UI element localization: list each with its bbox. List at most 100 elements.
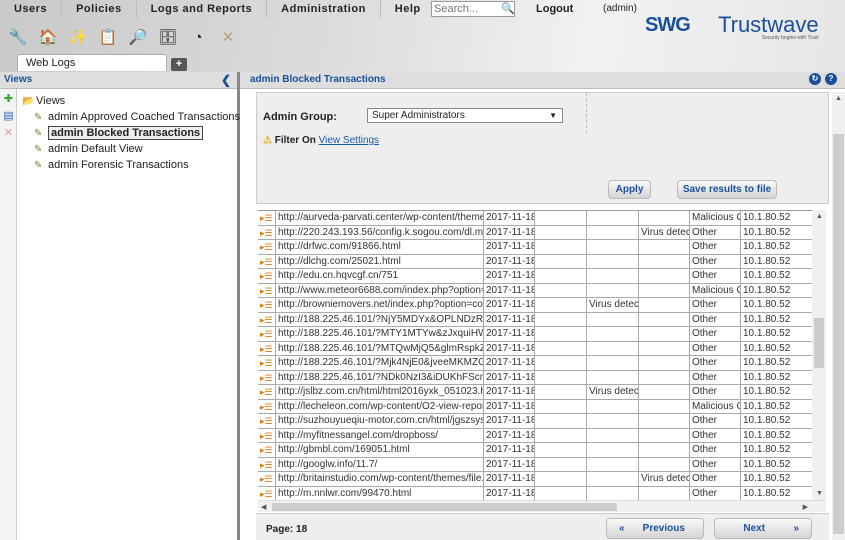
table-vertical-scrollbar[interactable]: ▲ ▼ xyxy=(812,210,826,500)
table-cell: Other xyxy=(690,225,741,239)
table-row[interactable]: ▸☰ http://myfitnessangel.com/dropboss/201… xyxy=(258,428,812,443)
log-entry-icon[interactable]: ▸☰ xyxy=(258,298,276,312)
table-cell xyxy=(587,312,639,326)
log-entry-icon[interactable]: ▸☰ xyxy=(258,486,276,500)
views-tree: 📂 Views ✎ admin Approved Coached Transacti… xyxy=(22,93,240,173)
scroll-thumb[interactable] xyxy=(814,318,824,368)
menu-policies[interactable]: Policies xyxy=(62,0,137,18)
dashboard-gauge-icon[interactable]: ◔ xyxy=(188,28,208,48)
tree-root-views[interactable]: 📂 Views xyxy=(22,93,240,109)
logout-link[interactable]: Logout xyxy=(536,0,573,18)
table-cell: 2017-11-18 2 xyxy=(486,225,535,239)
table-row[interactable]: ▸☰ http://dlchg.com/25021.html 2017-11-18 … xyxy=(258,254,812,269)
log-entry-icon[interactable]: ▸☰ xyxy=(258,472,276,486)
table-row[interactable]: ▸☰ http://lecheleon.com/wp-content/O2-vie… xyxy=(258,399,812,414)
wrench-icon[interactable]: 🔧 xyxy=(8,28,28,48)
table-row[interactable]: ▸☰ http://220.243.193.56/config.k.sogou.c… xyxy=(258,225,812,240)
admin-group-select[interactable]: Super Administrators ▼ xyxy=(367,108,563,123)
table-row[interactable]: ▸☰ http://www.meteor6688.com/index.php?op… xyxy=(258,283,812,298)
table-cell xyxy=(639,356,690,370)
log-entry-icon[interactable]: ▸☰ xyxy=(258,312,276,326)
log-entry-icon[interactable]: ▸☰ xyxy=(258,428,276,442)
home-icon[interactable]: 🏠 xyxy=(38,28,58,48)
table-row[interactable]: ▸☰ http://aurveda-parvati.center/wp-conte… xyxy=(258,211,812,226)
page-vertical-scrollbar[interactable]: ▲ xyxy=(832,92,845,540)
table-row[interactable]: ▸☰ http://gbmbl.com/169051.html 2017-11-18… xyxy=(258,443,812,458)
log-entry-icon[interactable]: ▸☰ xyxy=(258,327,276,341)
log-entry-icon[interactable]: ▸☰ xyxy=(258,341,276,355)
save-results-button[interactable]: Save results to file xyxy=(677,180,777,199)
next-button[interactable]: Next» xyxy=(714,518,812,539)
log-entry-icon[interactable]: ▸☰ xyxy=(258,211,276,225)
log-entry-icon[interactable]: ▸☰ xyxy=(258,399,276,413)
table-cell: http://jslbz.com.cn/html/html2016yxk_051… xyxy=(278,385,484,399)
previous-button[interactable]: «Previous xyxy=(606,518,704,539)
tab-web-logs[interactable]: Web Logs xyxy=(17,54,167,71)
log-entry-icon[interactable]: ▸☰ xyxy=(258,414,276,428)
view-settings-link[interactable]: View Settings xyxy=(319,135,379,146)
tools-disabled-icon[interactable]: ✕ xyxy=(218,28,238,48)
log-search-icon[interactable]: 🔎 xyxy=(128,28,148,48)
table-row[interactable]: ▸☰ http://jslbz.com.cn/html/html2016yxk_0… xyxy=(258,385,812,400)
table-cell: http://browniemovers.net/index.php?optio… xyxy=(278,298,484,312)
table-row[interactable]: ▸☰ http://browniemovers.net/index.php?opt… xyxy=(258,298,812,313)
menu-administration[interactable]: Administration xyxy=(267,0,381,18)
table-horizontal-scrollbar[interactable]: ◀ ▶ xyxy=(258,500,826,512)
log-entry-icon[interactable]: ▸☰ xyxy=(258,443,276,457)
scroll-thumb[interactable] xyxy=(833,134,844,534)
collapse-panel-icon[interactable]: ❮ xyxy=(221,72,231,88)
add-view-icon[interactable]: ✚ xyxy=(2,93,15,106)
table-row[interactable]: ▸☰ http://m.nnlwr.com/99470.html 2017-11-1… xyxy=(258,486,812,500)
delete-view-icon[interactable]: ✕ xyxy=(2,127,15,140)
table-row[interactable]: ▸☰ http://drfwc.com/91866.html 2017-11-18 … xyxy=(258,240,812,255)
table-row[interactable]: ▸☰http://googlw.info/11.7/2017-11-18 2 Ot… xyxy=(258,457,812,472)
log-entry-icon[interactable]: ▸☰ xyxy=(258,385,276,399)
view-title: admin Blocked Transactions xyxy=(250,74,386,85)
table-row[interactable]: ▸☰ http://188.225.46.101/?Mjk4NjE0&jveeMK… xyxy=(258,356,812,371)
search-icon[interactable]: 🔍 xyxy=(501,2,515,15)
log-entry-icon[interactable]: ▸☰ xyxy=(258,225,276,239)
table-row[interactable]: ▸☰ http://188.225.46.101/?MTY1MTYw&zJxqui… xyxy=(258,327,812,342)
apply-button[interactable]: Apply xyxy=(608,180,651,199)
tree-item[interactable]: ✎ admin Approved Coached Transactions xyxy=(22,109,240,125)
table-row[interactable]: ▸☰ http://suzhouyueqiu-motor.com.cn/html/… xyxy=(258,414,812,429)
tree-item[interactable]: ✎ admin Forensic Transactions xyxy=(22,157,240,173)
table-row[interactable]: ▸☰ http://188.225.46.101/?NjY5MDYx&OPLNDz… xyxy=(258,312,812,327)
refresh-icon[interactable]: ↻ xyxy=(809,73,821,85)
menu-logs-and-reports[interactable]: Logs and Reports xyxy=(137,0,268,18)
table-cell: 10.1.80.52 xyxy=(743,415,791,426)
wizard-icon[interactable]: ✨ xyxy=(68,28,88,48)
table-cell xyxy=(587,254,639,268)
table-cell xyxy=(535,457,587,471)
log-entry-icon[interactable]: ▸☰ xyxy=(258,356,276,370)
table-cell: http://m.nnlwr.com/99470.html xyxy=(276,486,484,500)
edit-view-icon[interactable]: ▤ xyxy=(2,110,15,123)
log-entry-icon[interactable]: ▸☰ xyxy=(258,370,276,384)
table-row[interactable]: ▸☰ http://britainstudio.com/wp-content/th… xyxy=(258,472,812,487)
menu-help[interactable]: Help xyxy=(381,0,436,18)
table-cell: http://edu.cn.hqvcgf.cn/751 xyxy=(276,269,484,283)
table-cell xyxy=(535,269,587,283)
table-row[interactable]: ▸☰ http://188.225.46.101/?MTQwMjQ5&glmRsp… xyxy=(258,341,812,356)
table-cell: 2017-11-18 2 xyxy=(486,312,535,326)
table-cell: 10.1.80.52 xyxy=(743,458,791,470)
checklist-icon[interactable]: 📋 xyxy=(98,28,118,48)
log-entry-icon[interactable]: ▸☰ xyxy=(258,269,276,283)
table-row[interactable]: ▸☰ http://188.225.46.101/?NDk0NzI3&iDUKhF… xyxy=(258,370,812,385)
log-entry-icon[interactable]: ▸☰ xyxy=(258,254,276,268)
log-entry-icon[interactable]: ▸☰ xyxy=(258,457,276,471)
table-cell xyxy=(535,472,587,486)
add-tab-button[interactable]: + xyxy=(171,58,187,71)
tree-item-selected[interactable]: ✎ admin Blocked Transactions xyxy=(22,125,240,141)
servers-icon[interactable]: 🗄 xyxy=(158,28,178,48)
log-entry-icon[interactable]: ▸☰ xyxy=(258,283,276,297)
table-cell xyxy=(639,254,690,268)
table-cell: 2017-11-18 2 xyxy=(486,356,535,370)
table-cell xyxy=(639,283,690,297)
log-entry-icon[interactable]: ▸☰ xyxy=(258,240,276,254)
help-icon[interactable]: ? xyxy=(825,73,837,85)
menu-users[interactable]: Users xyxy=(0,0,63,18)
tree-item[interactable]: ✎ admin Default View xyxy=(22,141,240,157)
scroll-thumb[interactable] xyxy=(272,503,617,511)
table-row[interactable]: ▸☰ http://edu.cn.hqvcgf.cn/751 2017-11-18 … xyxy=(258,269,812,284)
